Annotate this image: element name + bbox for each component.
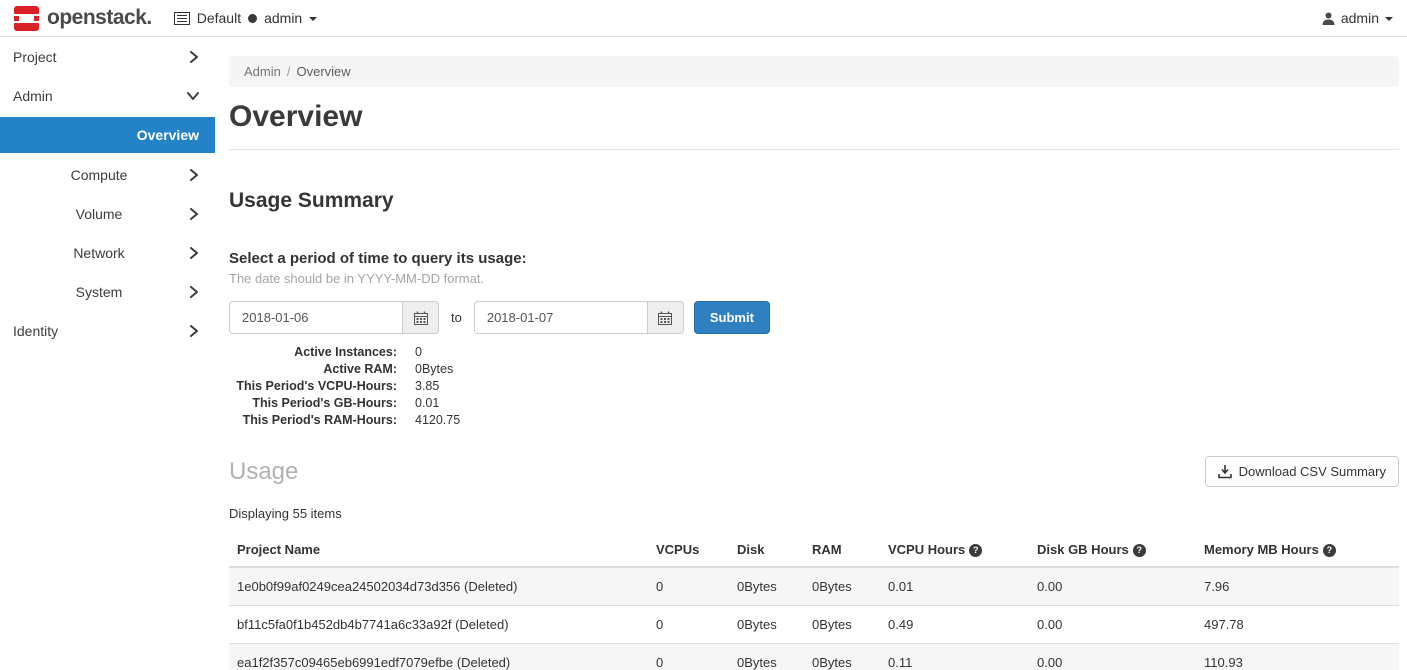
context-switcher-dropdown[interactable]: Default admin [174,10,318,26]
download-csv-button[interactable]: Download CSV Summary [1205,456,1399,487]
cell-project-name: bf11c5fa0f1b452db4b7741a6c33a92f (Delete… [229,606,648,644]
main-content: Admin / Overview Overview Usage Summary Se… [215,37,1407,670]
help-icon[interactable]: ? [1323,544,1336,557]
stat-gb-hours: This Period's GB-Hours: 0.01 [229,395,1399,412]
col-ram: RAM [804,533,880,567]
col-vcpu-hours: VCPU Hours? [880,533,1029,567]
caret-down-icon [309,17,317,21]
col-disk: Disk [729,533,804,567]
col-vcpus: VCPUs [648,533,729,567]
caret-down-icon [1385,17,1393,21]
sidebar-nav: Project Admin Overview Compute Volume Ne… [0,37,215,670]
date-range-form: to Submit [229,301,1399,334]
date-to-group [474,301,684,334]
date-from-input[interactable] [229,301,402,334]
col-disk-gb-hours: Disk GB Hours? [1029,533,1196,567]
page-title: Overview [229,100,1399,134]
project-dot-icon [248,14,257,23]
calendar-icon [414,311,428,325]
table-row: ea1f2f357c09465eb6991edf7079efbe (Delete… [229,644,1399,670]
breadcrumb: Admin / Overview [229,56,1399,87]
table-header-row: Project Name VCPUs Disk RAM VCPU Hours? … [229,533,1399,567]
chevron-right-icon [189,169,199,181]
items-count: Displaying 55 items [229,506,1399,521]
date-from-calendar-addon[interactable] [402,301,439,334]
download-icon [1218,465,1232,479]
sidebar-item-admin[interactable]: Admin [0,76,215,115]
stat-active-instances: Active Instances: 0 [229,344,1399,361]
chevron-down-icon [187,91,199,101]
chevron-right-icon [189,325,199,337]
chevron-right-icon [189,286,199,298]
usage-heading: Usage [229,458,298,486]
cell-project-name: ea1f2f357c09465eb6991edf7079efbe (Delete… [229,644,648,670]
cell-project-name: 1e0b0f99af0249cea24502034d73d356 (Delete… [229,567,648,606]
calendar-icon [658,311,672,325]
breadcrumb-separator: / [287,64,291,79]
col-project-name: Project Name [229,533,648,567]
date-to-calendar-addon[interactable] [647,301,684,334]
submit-button[interactable]: Submit [694,301,770,334]
project-name: admin [264,10,302,26]
breadcrumb-admin[interactable]: Admin [244,64,281,79]
date-to-input[interactable] [474,301,647,334]
domain-list-icon [174,12,190,25]
stat-vcpu-hours: This Period's VCPU-Hours: 3.85 [229,378,1399,395]
usage-table: Project Name VCPUs Disk RAM VCPU Hours? … [229,533,1399,670]
stat-ram-hours: This Period's RAM-Hours: 4120.75 [229,412,1399,429]
help-icon[interactable]: ? [969,544,982,557]
col-memory-mb-hours: Memory MB Hours? [1196,533,1399,567]
sidebar-item-network[interactable]: Network [0,233,215,272]
openstack-logo-icon [14,6,39,31]
chevron-right-icon [189,208,199,220]
date-from-group [229,301,439,334]
sidebar-item-compute[interactable]: Compute [0,155,215,194]
help-icon[interactable]: ? [1133,544,1146,557]
openstack-brand[interactable]: openstack. [14,6,152,31]
stat-active-ram: Active RAM: 0Bytes [229,361,1399,378]
sidebar-item-system[interactable]: System [0,272,215,311]
user-icon [1322,12,1335,25]
brand-text: openstack. [47,6,152,30]
chevron-right-icon [189,247,199,259]
domain-name: Default [197,10,241,26]
sidebar-item-project[interactable]: Project [0,37,215,76]
table-row: 1e0b0f99af0249cea24502034d73d356 (Delete… [229,567,1399,606]
user-menu-dropdown[interactable]: admin [1322,10,1393,26]
period-hint: The date should be in YYYY-MM-DD format. [229,271,1399,286]
title-divider [229,149,1399,150]
sidebar-item-overview[interactable]: Overview [0,117,215,153]
user-name: admin [1341,10,1379,26]
to-label: to [451,310,462,325]
period-prompt: Select a period of time to query its usa… [229,250,1399,267]
usage-summary-heading: Usage Summary [229,189,1399,213]
sidebar-item-volume[interactable]: Volume [0,194,215,233]
chevron-right-icon [189,51,199,63]
breadcrumb-overview: Overview [296,64,350,79]
usage-table-header: Usage Download CSV Summary [229,456,1399,487]
usage-stats: Active Instances: 0 Active RAM: 0Bytes T… [229,344,1399,429]
table-row: bf11c5fa0f1b452db4b7741a6c33a92f (Delete… [229,606,1399,644]
sidebar-item-identity[interactable]: Identity [0,311,215,350]
top-navbar: openstack. Default admin admin [0,0,1407,37]
